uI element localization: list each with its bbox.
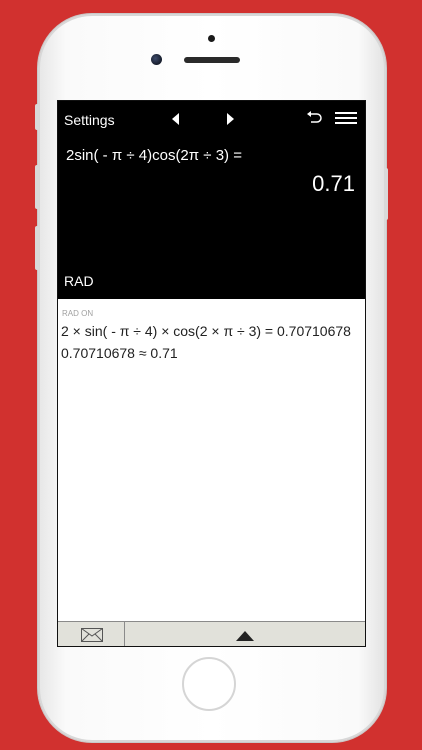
calculator-screen: Settings 2sin( - π ÷ 4)cos(2π ÷ 3) = 0.7… (57, 100, 366, 647)
triangle-left-icon[interactable] (168, 111, 184, 127)
bottom-bar (58, 621, 365, 646)
front-camera (151, 54, 162, 65)
front-sensor (208, 35, 215, 42)
hamburger-icon[interactable] (335, 112, 357, 124)
volume-up-button (35, 165, 39, 209)
triangle-up-icon (236, 631, 254, 641)
volume-down-button (35, 226, 39, 270)
triangle-right-icon[interactable] (222, 111, 238, 127)
history-line: 2 × sin( - π ÷ 4) × cos(2 × π ÷ 3) = 0.7… (61, 323, 351, 339)
expression-display: 2sin( - π ÷ 4)cos(2π ÷ 3) = (66, 147, 242, 164)
mute-switch (35, 104, 39, 130)
history-mode-label: RAD ON (62, 309, 94, 318)
earpiece-speaker (184, 57, 240, 63)
expand-keypad-button[interactable] (125, 622, 365, 646)
history-line: 0.70710678 ≈ 0.71 (61, 345, 178, 361)
angle-mode-indicator[interactable]: RAD (64, 273, 94, 289)
settings-button[interactable]: Settings (64, 112, 115, 128)
power-button (384, 168, 388, 220)
history-panel[interactable]: RAD ON 2 × sin( - π ÷ 4) × cos(2 × π ÷ 3… (58, 299, 365, 621)
result-display: 0.71 (312, 171, 355, 196)
home-button[interactable] (182, 657, 236, 711)
mail-button[interactable] (58, 622, 125, 646)
undo-icon[interactable] (304, 109, 324, 129)
envelope-icon (81, 628, 103, 642)
top-bar: Settings (58, 101, 365, 141)
